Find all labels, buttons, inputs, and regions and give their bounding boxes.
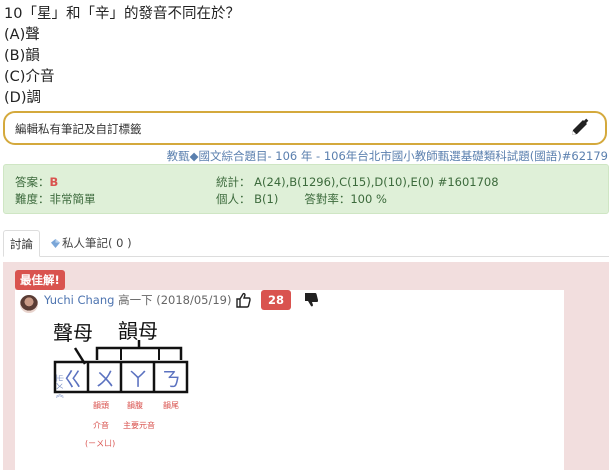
stat-value: A(24),B(1296),C(15),D(10),E(0) #1601708 (254, 175, 499, 189)
tab-bar: 討論 私人筆記( 0 ) (3, 230, 609, 257)
sublabel-tail: 韻尾 (163, 400, 179, 410)
note-placeholder: 編輯私有筆記及自訂標籤 (15, 122, 142, 136)
gem-icon (51, 239, 60, 248)
answer-card: Yuchi Chang 高一下 (2018/05/19) 28 聲母 韻母 ㄓㄨ… (15, 290, 564, 470)
post-date: (2018/05/19) (156, 293, 232, 307)
sublabel-main-vowel: 主要元音 (123, 420, 155, 430)
phonetic-diagram: 聲母 韻母 ㄓㄨ《 ㄍ ㄨ ㄚ ㄋ 韻頭 韻腹 韻尾 介音 主要元音 (ㄧㄨㄩ) (53, 319, 189, 448)
answer-stats-panel: 答案：B 難度：非常簡單 統計： A(24),B(1296),C(15),D(1… (3, 164, 609, 214)
answer-label: 答案： (15, 175, 50, 189)
tab-private-notes[interactable]: 私人筆記( 0 ) (45, 230, 138, 257)
option-b[interactable]: (B)韻 (4, 46, 240, 67)
difficulty-text: 難度：非常簡單 (15, 192, 96, 206)
question-block: 10「星」和「辛」的發音不同在於？ (A)聲 (B)韻 (C)介音 (D)調 (4, 4, 240, 109)
sublabel-head: 韻頭 (93, 400, 109, 410)
pencil-icon[interactable] (569, 118, 591, 138)
final-label: 韻母 (118, 319, 158, 343)
initial-label: 聲母 (53, 321, 93, 345)
personal-value: B(1) (254, 192, 279, 206)
answer-value: B (49, 175, 59, 189)
author-name[interactable]: Yuchi Chang (44, 293, 114, 307)
sublabel-medial: 介音 (93, 420, 109, 430)
private-note-input[interactable]: 編輯私有筆記及自訂標籤 (3, 111, 607, 145)
sublabel-body: 韻腹 (127, 400, 143, 410)
thumbs-up-icon[interactable] (235, 292, 251, 308)
question-source-link[interactable]: 教甄◆國文綜合題目- 106 年 - 106年台北市國小教師甄選基礎類科試題(國… (167, 148, 608, 164)
author-grade: 高一下 (118, 293, 153, 307)
like-count: 28 (261, 290, 292, 310)
tab-private-notes-label: 私人筆記( 0 ) (62, 236, 132, 250)
best-answer-badge: 最佳解! (15, 270, 65, 290)
box-initial: ㄍ (63, 367, 83, 391)
box-medial: ㄨ (95, 367, 115, 391)
thumbs-down-icon[interactable] (303, 292, 319, 308)
stat-label: 統計： (216, 175, 251, 189)
option-c[interactable]: (C)介音 (4, 67, 240, 88)
correct-rate: 答對率：100 % (304, 192, 387, 206)
tab-discussion[interactable]: 討論 (3, 230, 40, 257)
option-d[interactable]: (D)調 (4, 88, 240, 109)
avatar[interactable] (20, 295, 38, 313)
question-stem: 10「星」和「辛」的發音不同在於？ (4, 6, 240, 22)
personal-label: 個人： (216, 192, 251, 206)
author-line: Yuchi Chang 高一下 (2018/05/19) (44, 292, 232, 308)
discussion-panel: 最佳解! Yuchi Chang 高一下 (2018/05/19) 28 聲母 … (3, 262, 609, 470)
box-nucleus: ㄚ (128, 367, 148, 391)
box-coda: ㄋ (161, 367, 181, 391)
option-a[interactable]: (A)聲 (4, 25, 240, 46)
medial-note: (ㄧㄨㄩ) (85, 439, 115, 448)
